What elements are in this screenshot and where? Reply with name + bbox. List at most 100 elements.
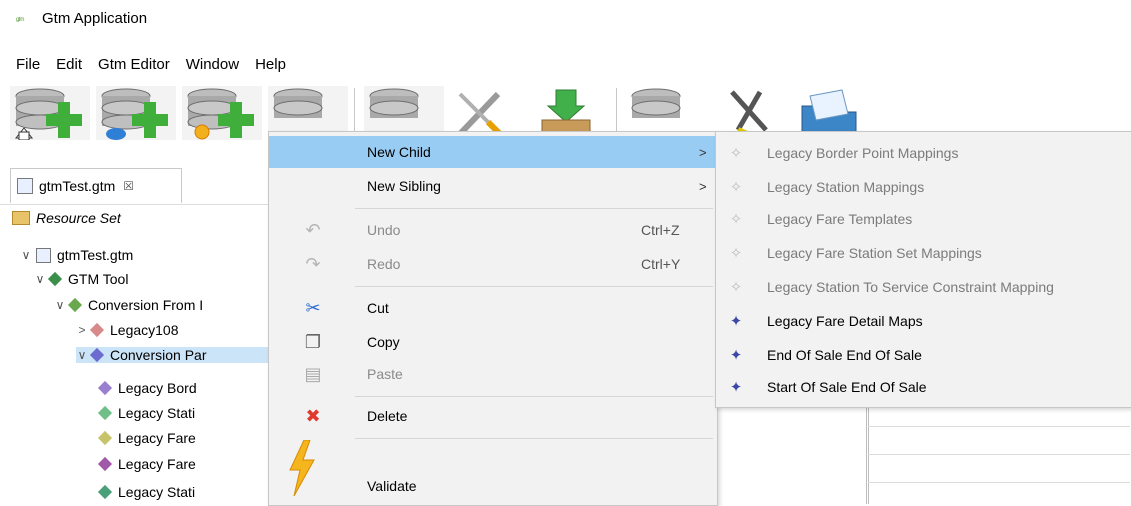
collapse-chevron-icon[interactable]: > [76, 323, 88, 337]
menu-bar: File Edit Gtm Editor Window Help [0, 52, 292, 78]
submenu-item[interactable]: ✦ End Of Sale End Of Sale [716, 338, 1131, 372]
undo-shortcut: Ctrl+Z [641, 222, 680, 238]
copy-icon: ❐ [304, 331, 322, 352]
menu-delete[interactable]: ✖ Delete [269, 400, 717, 432]
grid-line [868, 426, 1130, 427]
grid-divider [866, 406, 867, 504]
expand-chevron-icon[interactable]: ∨ [34, 272, 46, 286]
gtm-file-icon [17, 178, 33, 194]
sparkle-icon: ✧ [729, 245, 743, 262]
tree-row[interactable]: Legacy Fare [97, 430, 196, 446]
new-database-elephant-button[interactable] [96, 86, 176, 140]
scissors-icon: ✂ [305, 297, 321, 318]
new-database-sun-button[interactable] [182, 86, 262, 140]
editor-grid-area [716, 406, 1131, 504]
sparkle-icon: ✧ [729, 145, 743, 162]
submenu-item-label: Legacy Station To Service Constraint Map… [767, 279, 1054, 295]
menu-delete-label: Delete [367, 408, 408, 424]
submenu-item[interactable]: ✧ Legacy Border Point Mappings [716, 136, 1131, 170]
tree-row[interactable]: Legacy Stati [97, 484, 195, 500]
menu-separator [355, 208, 713, 209]
grid-line [868, 454, 1130, 455]
resource-set-row[interactable]: Resource Set [12, 210, 121, 226]
gtm-file-icon [36, 247, 51, 263]
menu-paste-label: Paste [367, 366, 403, 382]
submenu-item-label: End Of Sale End Of Sale [767, 347, 922, 363]
tab-label: gtmTest.gtm [39, 178, 116, 194]
menu-help[interactable]: Help [249, 52, 292, 78]
submenu-item[interactable]: ✦ Start Of Sale End Of Sale [716, 370, 1131, 404]
menu-redo[interactable]: ↷ Redo Ctrl+Y [269, 248, 717, 280]
redo-icon: ↷ [305, 253, 321, 274]
menu-new-sibling[interactable]: New Sibling > [269, 170, 717, 202]
diamond-icon [97, 456, 113, 472]
context-menu: New Child > New Sibling > ↶ Undo Ctrl+Z … [268, 131, 718, 506]
submenu-arrow-icon: > [699, 144, 707, 160]
tree-row-label: gtmTest.gtm [57, 247, 134, 263]
validate-lightning-icon [289, 440, 315, 496]
new-database-home-button[interactable] [10, 86, 90, 141]
sparkle-icon: ✧ [729, 211, 743, 228]
menu-gtm-editor[interactable]: Gtm Editor [92, 52, 176, 78]
grid-divider [868, 406, 869, 504]
tree-row[interactable]: Legacy Stati [97, 405, 196, 421]
sparkle-icon: ✦ [729, 313, 743, 330]
menu-copy[interactable]: ❐ Copy [269, 326, 717, 358]
diamond-icon [89, 322, 105, 338]
menu-validate[interactable]: Validate [269, 470, 717, 502]
tree-row[interactable]: ∨ Conversion From I [54, 297, 204, 313]
menu-undo-label: Undo [367, 222, 401, 238]
submenu-item[interactable]: ✧ Legacy Fare Station Set Mappings [716, 236, 1131, 270]
tree-row-selected[interactable]: ∨ Conversion Par [76, 347, 268, 363]
menu-cut[interactable]: ✂ Cut [269, 292, 717, 324]
menu-redo-label: Redo [367, 256, 401, 272]
submenu-item[interactable]: ✧ Legacy Station To Service Constraint M… [716, 270, 1131, 304]
tree-row[interactable]: > Legacy108 [76, 322, 178, 338]
menu-undo[interactable]: ↶ Undo Ctrl+Z [269, 214, 717, 246]
diamond-icon [97, 484, 113, 500]
tree-row[interactable]: Legacy Fare [97, 456, 196, 472]
tree-row-label: Conversion From I [88, 297, 204, 313]
submenu-item[interactable]: ✧ Legacy Fare Templates [716, 202, 1131, 236]
menu-paste[interactable]: ▤ Paste [269, 358, 717, 390]
submenu-item-label: Start Of Sale End Of Sale [767, 379, 927, 395]
title-bar: ᵍᵗᵐ Gtm Application [0, 0, 1131, 42]
close-tab-icon[interactable]: ☒ [123, 179, 134, 193]
expand-chevron-icon[interactable]: ∨ [20, 248, 32, 262]
redo-shortcut: Ctrl+Y [641, 256, 681, 272]
tree-row[interactable]: ∨ GTM Tool [34, 271, 129, 287]
editor-tab-row: gtmTest.gtm ☒ [0, 164, 270, 204]
paste-icon: ▤ [304, 363, 322, 384]
menu-edit[interactable]: Edit [50, 52, 88, 78]
expand-chevron-icon[interactable]: ∨ [76, 348, 88, 362]
menu-separator [355, 396, 713, 397]
resource-set-label: Resource Set [36, 210, 121, 226]
sparkle-icon: ✧ [729, 279, 743, 296]
menu-window[interactable]: Window [180, 52, 245, 78]
diamond-icon [97, 380, 113, 396]
tree-row[interactable]: ∨ gtmTest.gtm [20, 247, 134, 263]
submenu-item[interactable]: ✦ Legacy Fare Detail Maps [716, 304, 1131, 338]
menu-copy-label: Copy [367, 334, 400, 350]
diamond-icon [97, 430, 113, 446]
expand-chevron-icon[interactable]: ∨ [54, 298, 66, 312]
tree-row[interactable]: Legacy Bord [97, 380, 197, 396]
submenu-arrow-icon: > [699, 178, 707, 194]
submenu-item-label: Legacy Station Mappings [767, 179, 925, 195]
menu-new-child[interactable]: New Child > [269, 136, 717, 168]
submenu-item-label: Legacy Fare Station Set Mappings [767, 245, 982, 261]
tree-row-label: GTM Tool [68, 271, 129, 287]
tree-row-label: Conversion Par [110, 347, 207, 363]
tree-row-label: Legacy Stati [118, 405, 196, 421]
window-title: Gtm Application [42, 10, 148, 27]
database-add-home-icon [14, 88, 82, 141]
menu-file[interactable]: File [10, 52, 46, 78]
submenu-item[interactable]: ✧ Legacy Station Mappings [716, 170, 1131, 204]
menu-separator [355, 286, 713, 287]
new-child-submenu: ✧ Legacy Border Point Mappings ✧ Legacy … [715, 131, 1131, 408]
resource-set-icon [12, 211, 30, 225]
submenu-item-label: Legacy Fare Templates [767, 211, 913, 227]
database-add-sun-icon [187, 88, 254, 140]
sparkle-icon: ✧ [729, 179, 743, 196]
tab-gtmtest[interactable]: gtmTest.gtm ☒ [10, 168, 182, 203]
